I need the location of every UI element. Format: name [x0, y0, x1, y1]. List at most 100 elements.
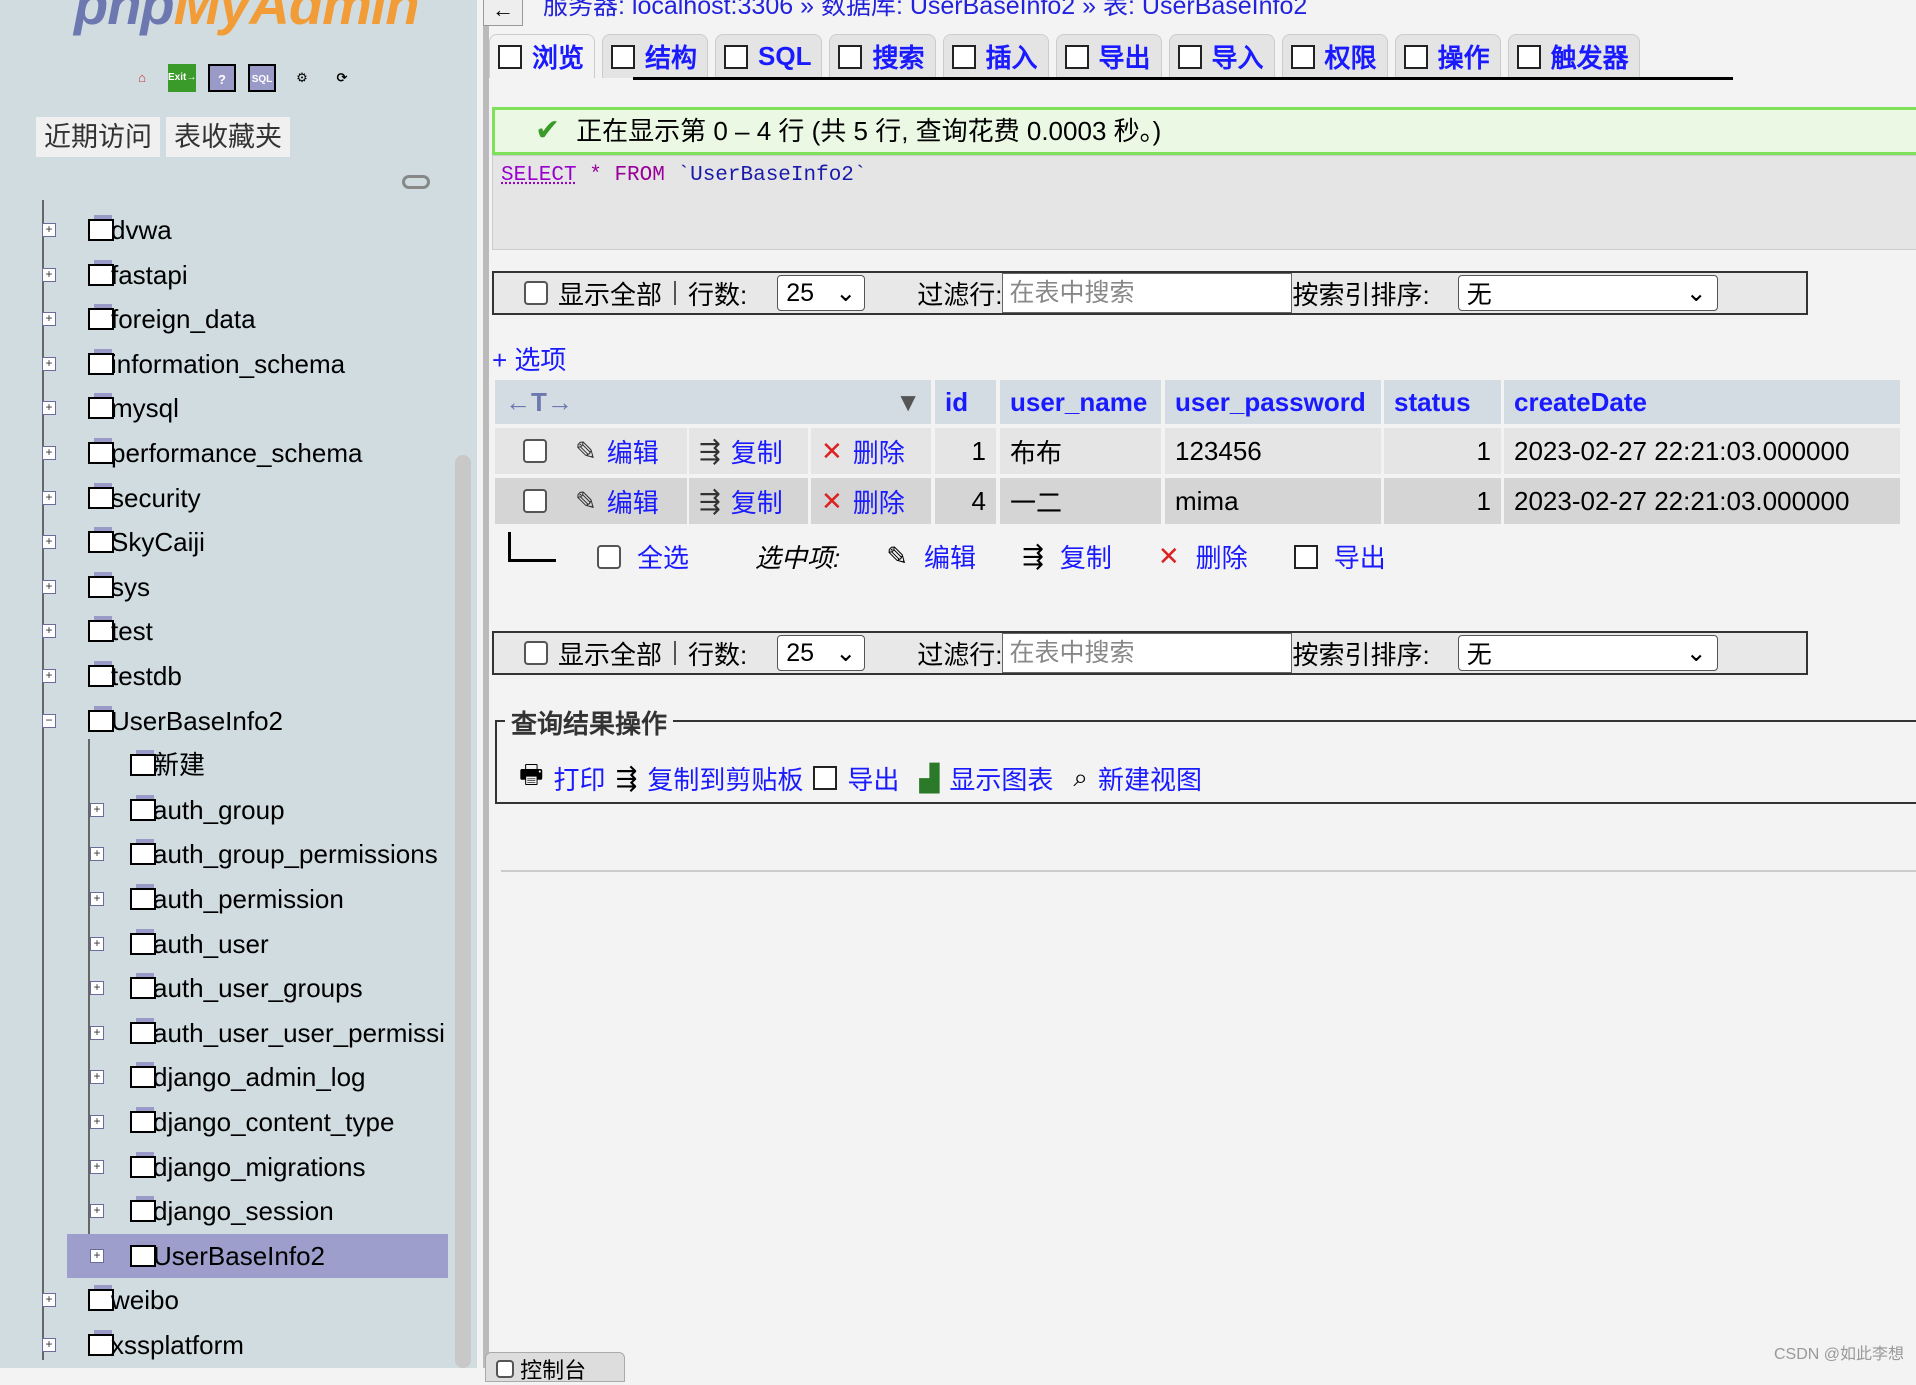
select-all-checkbox[interactable] — [597, 544, 621, 569]
column-header-createDate[interactable]: createDate — [1504, 380, 1900, 424]
expand-icon[interactable]: + — [90, 1204, 104, 1219]
select-all-link[interactable]: 全选 — [637, 538, 689, 575]
tab-search[interactable]: 搜索 — [829, 34, 936, 78]
tree-db-item[interactable]: + SkyCaiji — [0, 520, 460, 564]
tree-db-item[interactable]: + test — [0, 609, 460, 653]
tab-export[interactable]: 导出 — [1055, 34, 1162, 78]
create-view-link[interactable]: 新建视图 — [1098, 760, 1202, 797]
tab-privileges[interactable]: 权限 — [1281, 34, 1388, 78]
sql-query-box[interactable]: SELECT * FROM `UserBaseInfo2` — [492, 155, 1916, 250]
expand-icon[interactable]: + — [90, 1248, 104, 1263]
cell-status[interactable]: 1 — [1384, 478, 1501, 524]
tab-sql[interactable]: SQL — [715, 34, 823, 78]
sort-select[interactable]: 无 ⌄ — [1457, 275, 1718, 311]
bulk-copy-button[interactable]: 复制 — [1060, 538, 1112, 575]
link-icon[interactable] — [402, 175, 430, 189]
export-link[interactable]: 导出 — [847, 760, 899, 797]
row-checkbox[interactable] — [522, 489, 547, 513]
action-label[interactable]: 编辑 — [607, 483, 659, 520]
expand-icon[interactable]: + — [42, 446, 56, 460]
cell-user_name[interactable]: 布布 — [1000, 428, 1161, 474]
rows-per-page-select[interactable]: 25 ⌄ — [777, 635, 866, 671]
column-header-user_password[interactable]: user_password — [1165, 380, 1381, 424]
bulk-edit-button[interactable]: 编辑 — [924, 538, 976, 575]
tree-table-item[interactable]: + django_admin_log — [67, 1055, 448, 1099]
tree-table-item[interactable]: + auth_permission — [67, 877, 448, 921]
tab-structure[interactable]: 结构 — [602, 34, 709, 78]
show-all-checkbox[interactable] — [524, 281, 548, 305]
tree-db-item[interactable]: + information_schema — [0, 342, 460, 386]
tree-db-item[interactable]: − UserBaseInfo2 — [0, 699, 460, 743]
row-edit-button[interactable]: ✎ 编辑 — [565, 478, 687, 524]
sql-keyword[interactable]: SELECT — [501, 164, 577, 187]
expand-icon[interactable]: + — [42, 490, 56, 505]
breadcrumb-database[interactable]: 数据库: UserBaseInfo2 — [821, 0, 1075, 20]
tab-triggers[interactable]: 触发器 — [1507, 34, 1640, 78]
expand-icon[interactable]: + — [90, 981, 104, 996]
expand-icon[interactable]: + — [42, 1338, 56, 1352]
cell-status[interactable]: 1 — [1384, 428, 1501, 474]
expand-icon[interactable]: + — [42, 312, 56, 327]
breadcrumb-table[interactable]: 表: UserBaseInfo2 — [1103, 0, 1307, 20]
expand-icon[interactable]: + — [42, 535, 56, 550]
expand-icon[interactable]: + — [90, 1070, 104, 1085]
row-delete-button[interactable]: ✕ 删除 — [811, 478, 931, 524]
tree-db-item[interactable]: + weibo — [0, 1278, 460, 1322]
expand-icon[interactable]: + — [42, 267, 56, 282]
cell-createDate[interactable]: 2023-02-27 22:21:03.000000 — [1504, 428, 1900, 474]
tree-db-item[interactable]: + testdb — [0, 654, 460, 698]
tree-db-item[interactable]: + dvwa — [0, 208, 460, 252]
row-delete-button[interactable]: ✕ 删除 — [811, 428, 931, 474]
row-copy-button[interactable]: ⇶ 复制 — [689, 428, 808, 474]
favorites-button[interactable]: 表收藏夹 — [166, 117, 290, 157]
expand-icon[interactable]: + — [90, 802, 104, 817]
cell-id[interactable]: 4 — [935, 478, 996, 524]
expand-icon[interactable]: + — [42, 223, 56, 237]
tree-db-item[interactable]: + mysql — [0, 386, 460, 430]
cell-createDate[interactable]: 2023-02-27 22:21:03.000000 — [1504, 478, 1900, 524]
options-link[interactable]: + 选项 — [492, 340, 566, 377]
action-label[interactable]: 编辑 — [607, 433, 659, 470]
tree-table-item[interactable]: + django_content_type — [67, 1100, 448, 1144]
expand-icon[interactable]: + — [90, 892, 104, 906]
column-header-status[interactable]: status — [1384, 380, 1501, 424]
sort-select[interactable]: 无 ⌄ — [1457, 635, 1718, 671]
tree-table-item[interactable]: + auth_user_groups — [67, 966, 448, 1010]
tree-new-table[interactable]: 新建 — [67, 743, 448, 787]
print-link[interactable]: 打印 — [554, 760, 606, 797]
phpmyadmin-logo[interactable]: phpMyAdmin — [74, 0, 420, 37]
tree-table-item[interactable]: + django_session — [67, 1189, 448, 1233]
tab-import[interactable]: 导入 — [1168, 34, 1275, 78]
panel-divider[interactable] — [483, 0, 489, 1368]
tree-db-item[interactable]: + xssplatform — [0, 1323, 460, 1367]
filter-input[interactable]: 在表中搜索 — [1002, 273, 1293, 313]
row-edit-button[interactable]: ✎ 编辑 — [565, 428, 687, 474]
action-label[interactable]: 删除 — [853, 483, 905, 520]
tree-db-item[interactable]: + fastapi — [0, 253, 460, 297]
row-checkbox[interactable] — [522, 439, 547, 463]
expand-icon[interactable]: − — [42, 713, 56, 728]
settings-icon[interactable]: ⚙ — [288, 64, 316, 92]
dropdown-triangle-icon[interactable]: ▼ — [895, 387, 921, 418]
reload-icon[interactable]: ⟳ — [328, 64, 356, 92]
tree-table-item[interactable]: + auth_user — [67, 922, 448, 966]
cell-id[interactable]: 1 — [935, 428, 996, 474]
expand-icon[interactable]: + — [90, 1025, 104, 1040]
sidebar-scrollbar[interactable] — [455, 455, 471, 1368]
bulk-delete-button[interactable]: 删除 — [1196, 538, 1248, 575]
back-arrow-icon[interactable]: ← — [483, 0, 523, 26]
console-tab[interactable]: 控制台 — [485, 1352, 625, 1383]
sql-query-icon[interactable]: SQL — [248, 64, 276, 92]
tab-operations[interactable]: 操作 — [1394, 34, 1501, 78]
tree-table-item[interactable]: + auth_group_permissions — [67, 832, 448, 876]
action-label[interactable]: 删除 — [853, 433, 905, 470]
tree-table-item[interactable]: + auth_user_user_permissi — [67, 1011, 448, 1055]
home-icon[interactable]: ⌂ — [128, 64, 156, 92]
tree-table-item[interactable]: + django_migrations — [67, 1145, 448, 1189]
cell-user_password[interactable]: mima — [1165, 478, 1381, 524]
expand-icon[interactable]: + — [90, 847, 104, 862]
expand-icon[interactable]: + — [42, 1293, 56, 1308]
tree-db-item[interactable]: + security — [0, 476, 460, 520]
cell-user_password[interactable]: 123456 — [1165, 428, 1381, 474]
tree-db-item[interactable]: + foreign_data — [0, 297, 460, 341]
